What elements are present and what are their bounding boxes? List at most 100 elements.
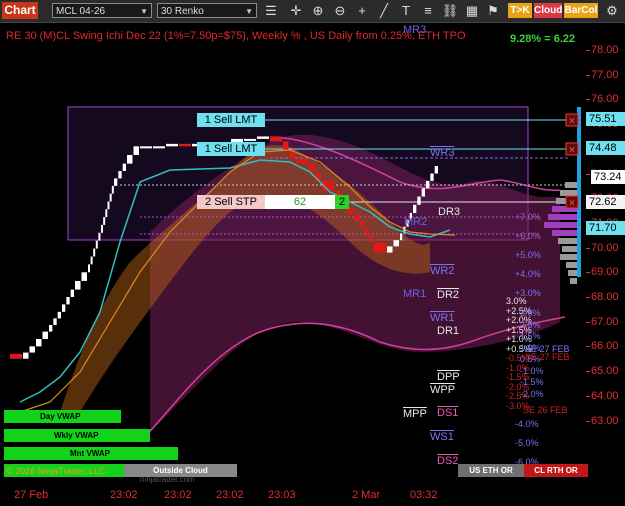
settings-icon[interactable]: ⚙ (603, 2, 621, 20)
time-tick-6: 03:32 (410, 489, 438, 501)
price-tag-75-51: 75.51 (586, 112, 625, 126)
price-axis-tick: 78.00 (591, 44, 619, 56)
renko-brick-up (166, 143, 178, 147)
price-tag-74-48: 74.48 (586, 141, 625, 155)
zoom-out-icon[interactable]: ⊖ (331, 2, 349, 20)
link-icon[interactable]: ⛓ (441, 2, 459, 20)
daily-pct-label: 3.0% (506, 296, 527, 306)
weekly-pct-5: +5.0% (515, 250, 541, 260)
renko-brick-up (430, 173, 434, 181)
cloud-button[interactable]: Cloud (534, 3, 562, 18)
renko-brick-down (365, 227, 369, 236)
price-axis-tickmark (586, 50, 590, 51)
renko-brick-up (434, 166, 438, 174)
renko-brick-down (374, 242, 386, 253)
price-tag-72-62: 72.62 (586, 195, 625, 209)
renko-brick-up (109, 193, 112, 202)
renko-brick-up (413, 204, 417, 214)
renko-brick-down (296, 158, 308, 164)
weekly-pct-6: +6.0% (515, 231, 541, 241)
chart-title: RE 30 (M)CL Swing Ichi Dec 22 (1%=7.50p=… (6, 30, 466, 42)
time-tick-4: 23:03 (268, 489, 296, 501)
price-axis-tickmark (586, 371, 590, 373)
copyright: © 2026 NinjaTrader, LLC (6, 466, 106, 476)
draw-line-icon[interactable]: ╱ (375, 2, 393, 20)
renko-brick-down (361, 220, 365, 228)
sell-stp-qty[interactable]: 62 (265, 195, 335, 209)
tok-button[interactable]: T>K (508, 3, 532, 18)
sell-stp-count[interactable]: 2 (335, 195, 349, 209)
renko-brick-up (122, 163, 126, 172)
interval-selector[interactable]: 30 Renko ▼ (157, 3, 257, 18)
renko-brick-down (354, 214, 360, 221)
renko-brick-up (70, 289, 74, 297)
ds1-label: DS1 (437, 407, 459, 419)
price-axis-tick: 69.00 (591, 266, 619, 279)
barcol-button[interactable]: BarCol (564, 3, 598, 18)
crosshair-icon[interactable]: ✛ (287, 2, 305, 20)
renko-brick-up (107, 201, 110, 210)
renko-brick-up (95, 240, 98, 249)
renko-brick-down (369, 235, 373, 243)
price-axis-tickmark (586, 272, 590, 274)
daily-pct-label-right: -1.5% (520, 377, 544, 387)
toolbar: Chart MCL 04-26 ▼ 30 Renko ▼ ☰ ✛ ⊕ ⊖ + ╱… (0, 0, 625, 23)
svg-text:×: × (569, 198, 575, 209)
renko-brick-up (111, 185, 114, 194)
mr3-label: MR3 (403, 24, 427, 36)
renko-brick-down (309, 163, 315, 173)
renko-brick-up (23, 352, 29, 359)
renko-brick-up (29, 346, 35, 353)
renko-brick-up (49, 324, 53, 332)
renko-brick-up (57, 311, 61, 319)
daily-pct-label-right: 2.5% (520, 319, 541, 330)
list-icon[interactable]: ☰ (262, 2, 280, 20)
ws1-label: WS1 (430, 431, 454, 443)
renko-brick-down (10, 353, 22, 359)
price-axis-tick: 70.00 (591, 241, 619, 254)
mpp-label: MPP (403, 408, 427, 420)
text-icon[interactable]: T (397, 2, 415, 20)
renko-brick-down (270, 136, 282, 142)
watermark: ninjatrader.com (140, 475, 195, 484)
menu-icon[interactable]: ≡ (419, 2, 437, 20)
renko-brick-down (283, 141, 289, 151)
sell-lmt-order-2[interactable]: 1 Sell LMT (197, 142, 265, 156)
renko-brick-up (257, 136, 269, 139)
flag-icon[interactable]: ⚑ (484, 2, 502, 20)
price-axis-tickmark (586, 297, 590, 298)
weekly-pct-m4: -4.0% (515, 419, 539, 429)
renko-brick-up (53, 318, 57, 325)
price-axis-tick: 63.00 (591, 414, 619, 427)
renko-brick-up (93, 248, 96, 257)
dr2-label: DR2 (437, 289, 460, 301)
bars-icon[interactable]: ▦ (463, 2, 481, 20)
sell-stp-order[interactable]: 2 Sell STP (197, 195, 265, 209)
time-tick-3: 23:02 (216, 489, 244, 501)
renko-brick-up (103, 217, 106, 225)
symbol-selector[interactable]: MCL 04-26 ▼ (52, 3, 152, 18)
daily-pct-label-right: -1.0% (520, 365, 544, 376)
weekly-pct-4: +4.0% (515, 269, 541, 279)
weekly-pct-m5: -5.0% (515, 438, 539, 448)
add-icon[interactable]: + (353, 2, 371, 20)
day-vwap-bar: Day VWAP (4, 410, 121, 423)
chart-tab[interactable]: Chart (2, 2, 38, 19)
price-axis-tickmark (586, 346, 590, 348)
price-axis-tickmark (586, 74, 590, 76)
renko-brick-up (114, 178, 118, 186)
renko-brick-up (153, 146, 165, 149)
renko-brick-up (133, 146, 139, 155)
price-axis-tickmark (586, 420, 590, 422)
ds2-label: DS2 (437, 455, 459, 467)
renko-brick-up (417, 196, 421, 205)
sell-lmt-order-1[interactable]: 1 Sell LMT (197, 113, 265, 127)
zoom-in-icon[interactable]: ⊕ (309, 2, 327, 20)
settle-27-feb-b: SE 27 FEB (525, 352, 570, 362)
renko-brick-up (66, 297, 70, 305)
renko-brick-down (348, 208, 354, 215)
mnt-vwap-bar: Mnt VWAP (4, 447, 178, 460)
wr1-label: WR1 (430, 312, 455, 324)
price-axis-tickmark (586, 99, 590, 101)
price-axis-tickmark (586, 173, 590, 175)
